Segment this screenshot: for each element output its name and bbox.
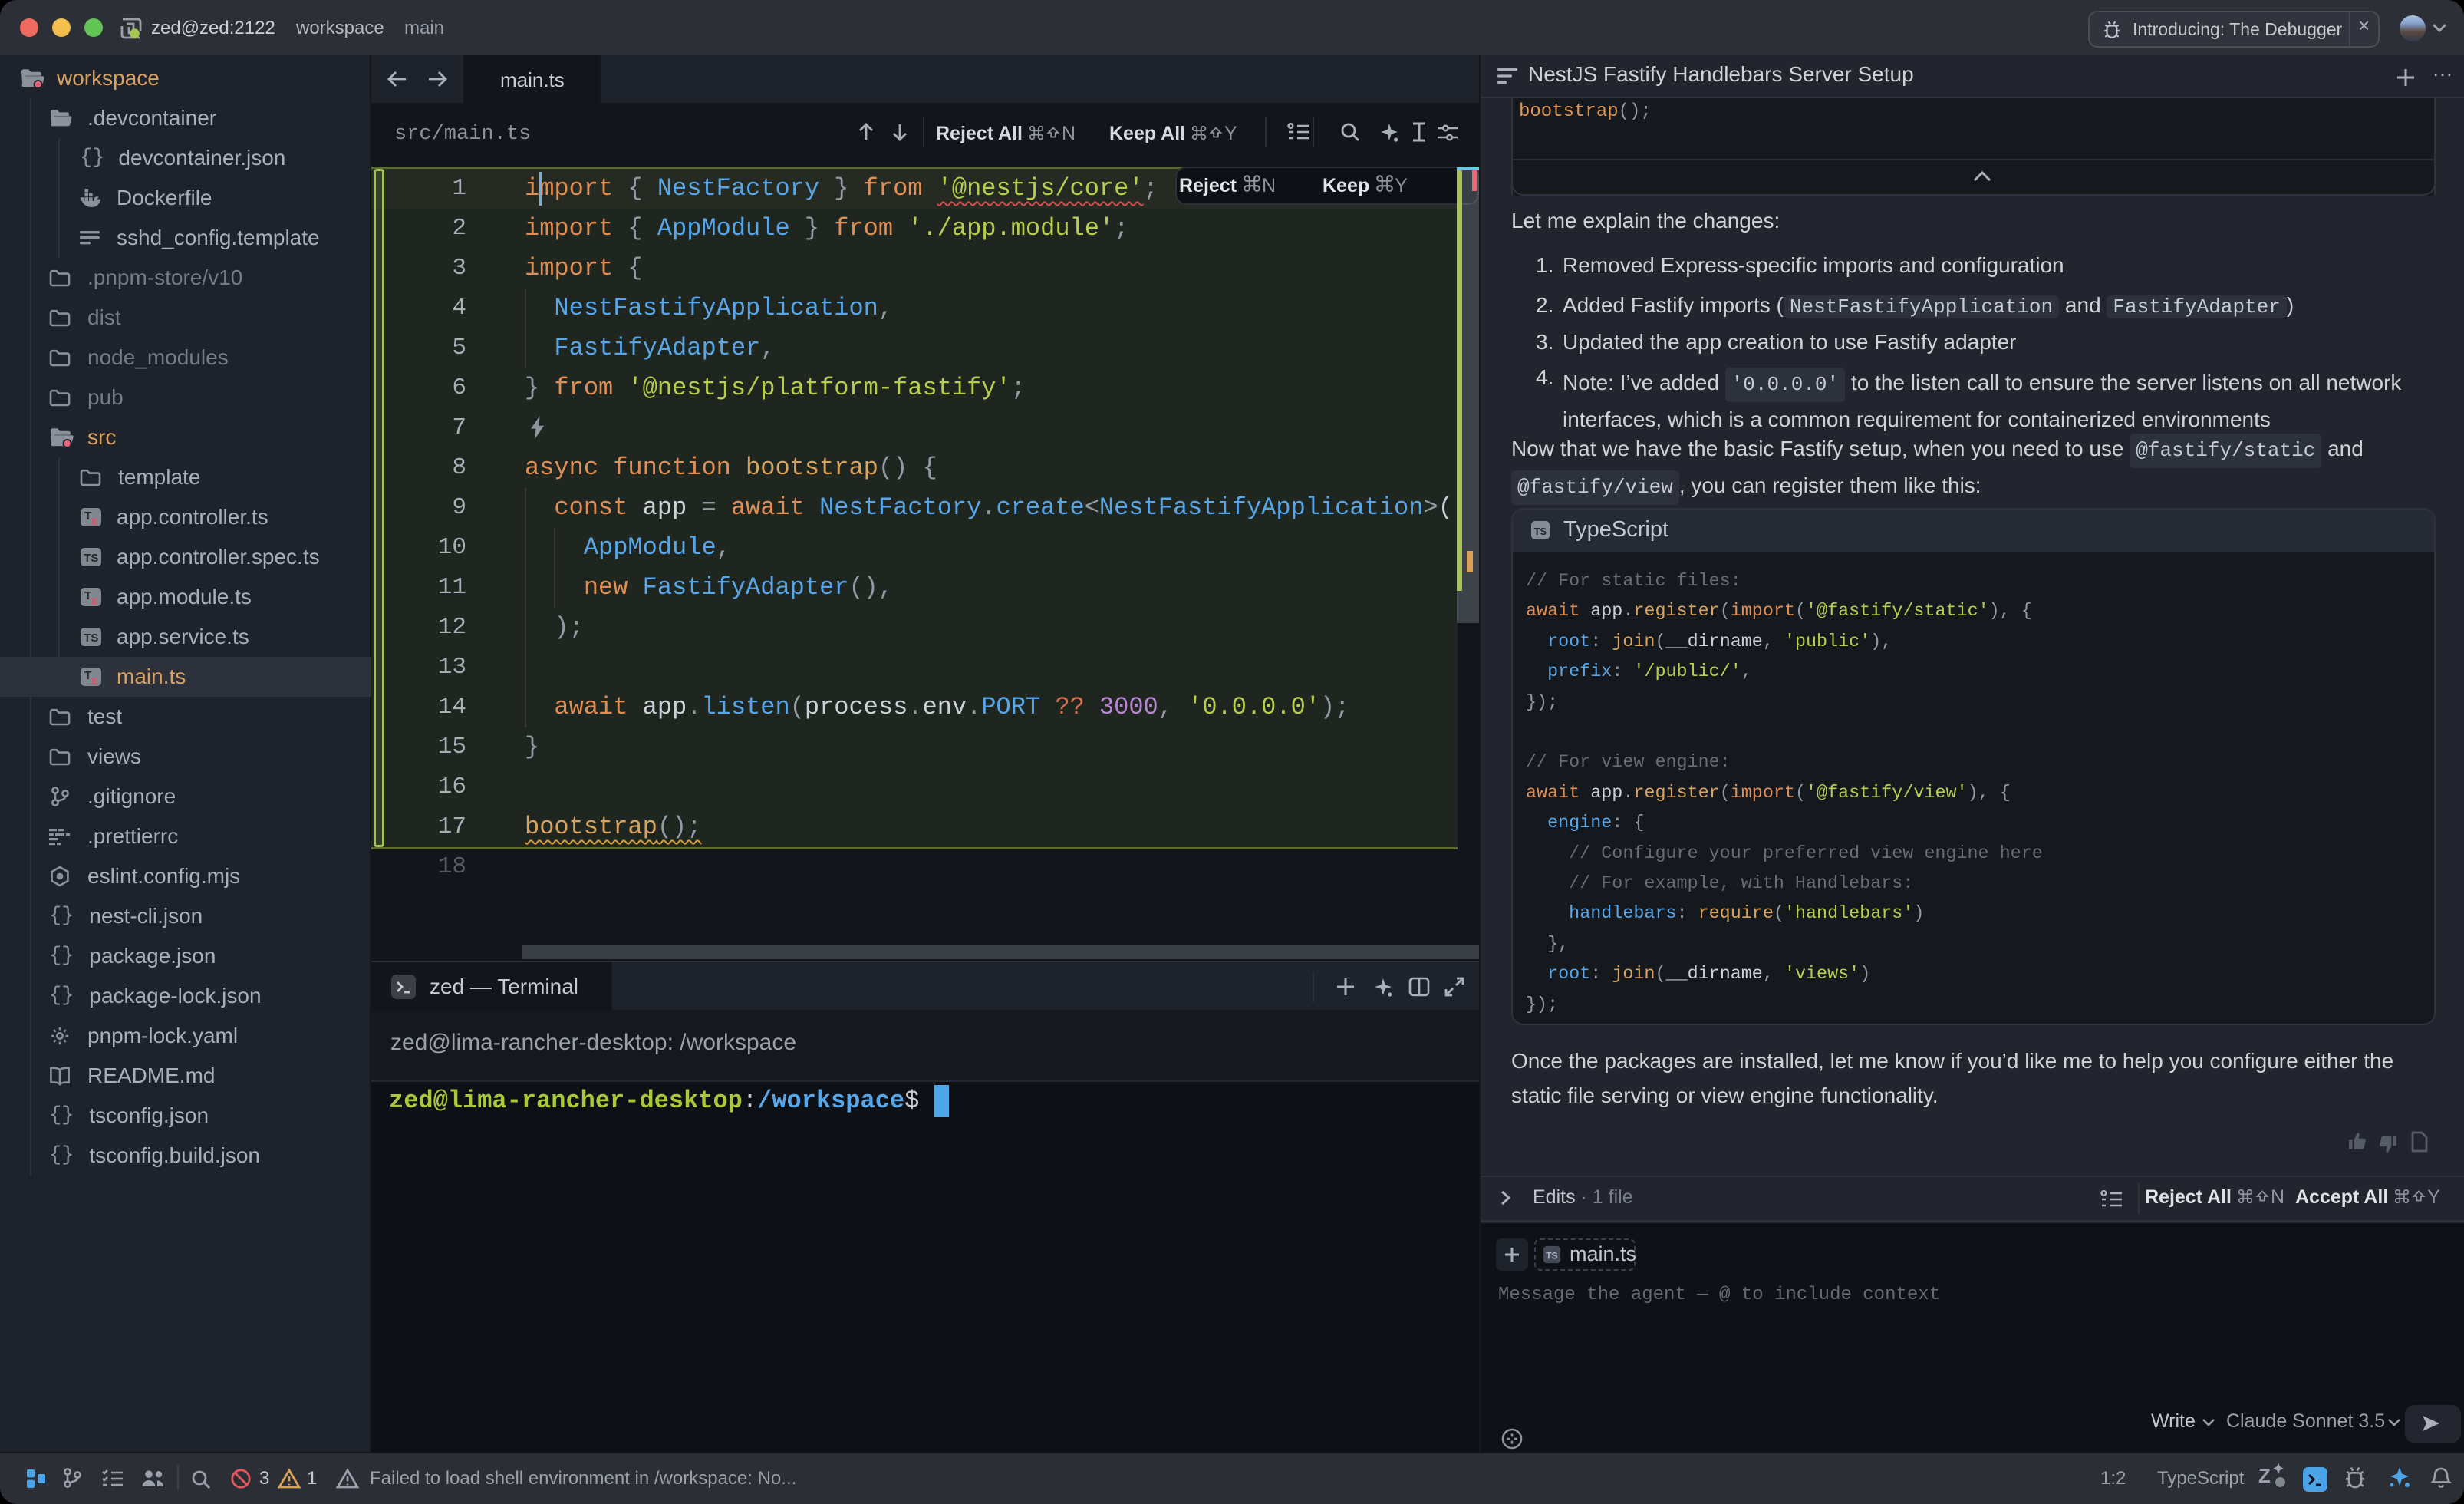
svg-text:x: x — [91, 593, 98, 608]
svg-text:x: x — [91, 673, 98, 688]
svg-text:x: x — [91, 513, 98, 528]
svg-text:TS: TS — [1534, 526, 1547, 537]
svg-text:TS: TS — [84, 632, 98, 645]
svg-text:TS: TS — [84, 552, 98, 565]
svg-text:TS: TS — [1546, 1251, 1557, 1262]
